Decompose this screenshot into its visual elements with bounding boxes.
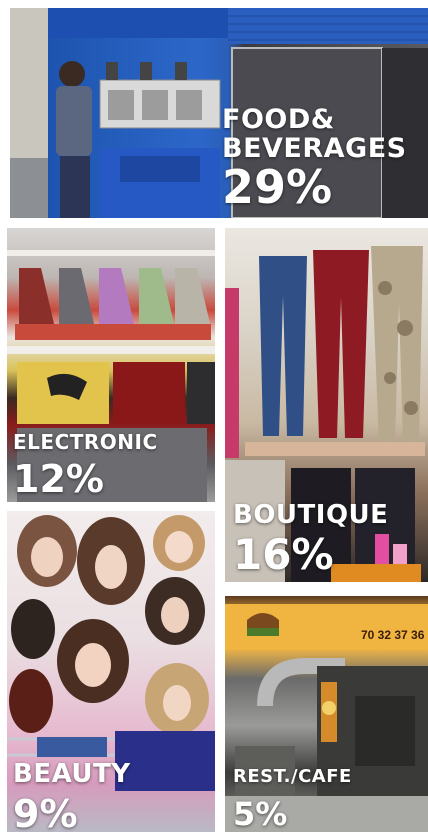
boutique-tile: BOUTIQUE 16% xyxy=(225,228,428,582)
electronic-label: ELECTRONIC xyxy=(13,430,158,454)
food-beverages-percent: 29% xyxy=(222,160,333,214)
food-beverages-tile: FOOD& BEVERAGES 29% xyxy=(10,8,428,218)
boutique-percent: 16% xyxy=(233,530,334,579)
rest-cafe-tile: 70 32 37 36 REST./CAFE 5% xyxy=(225,596,428,832)
electronic-percent: 12% xyxy=(13,457,104,501)
food-beverages-label: FOOD& BEVERAGES xyxy=(222,106,407,162)
food-beverages-label-line1: FOOD& xyxy=(222,104,335,135)
rest-cafe-label: REST./CAFE xyxy=(233,766,352,787)
rest-cafe-sign-number: 70 32 37 36 xyxy=(361,628,425,642)
electronic-tile: ELECTRONIC 12% xyxy=(7,228,215,502)
beauty-tile: BEAUTY 9% xyxy=(7,511,215,832)
beauty-percent: 9% xyxy=(13,792,78,832)
rest-cafe-percent: 5% xyxy=(233,795,288,832)
boutique-label: BOUTIQUE xyxy=(233,500,389,530)
food-beverages-label-line2: BEVERAGES xyxy=(222,133,407,164)
beauty-label: BEAUTY xyxy=(13,759,131,789)
